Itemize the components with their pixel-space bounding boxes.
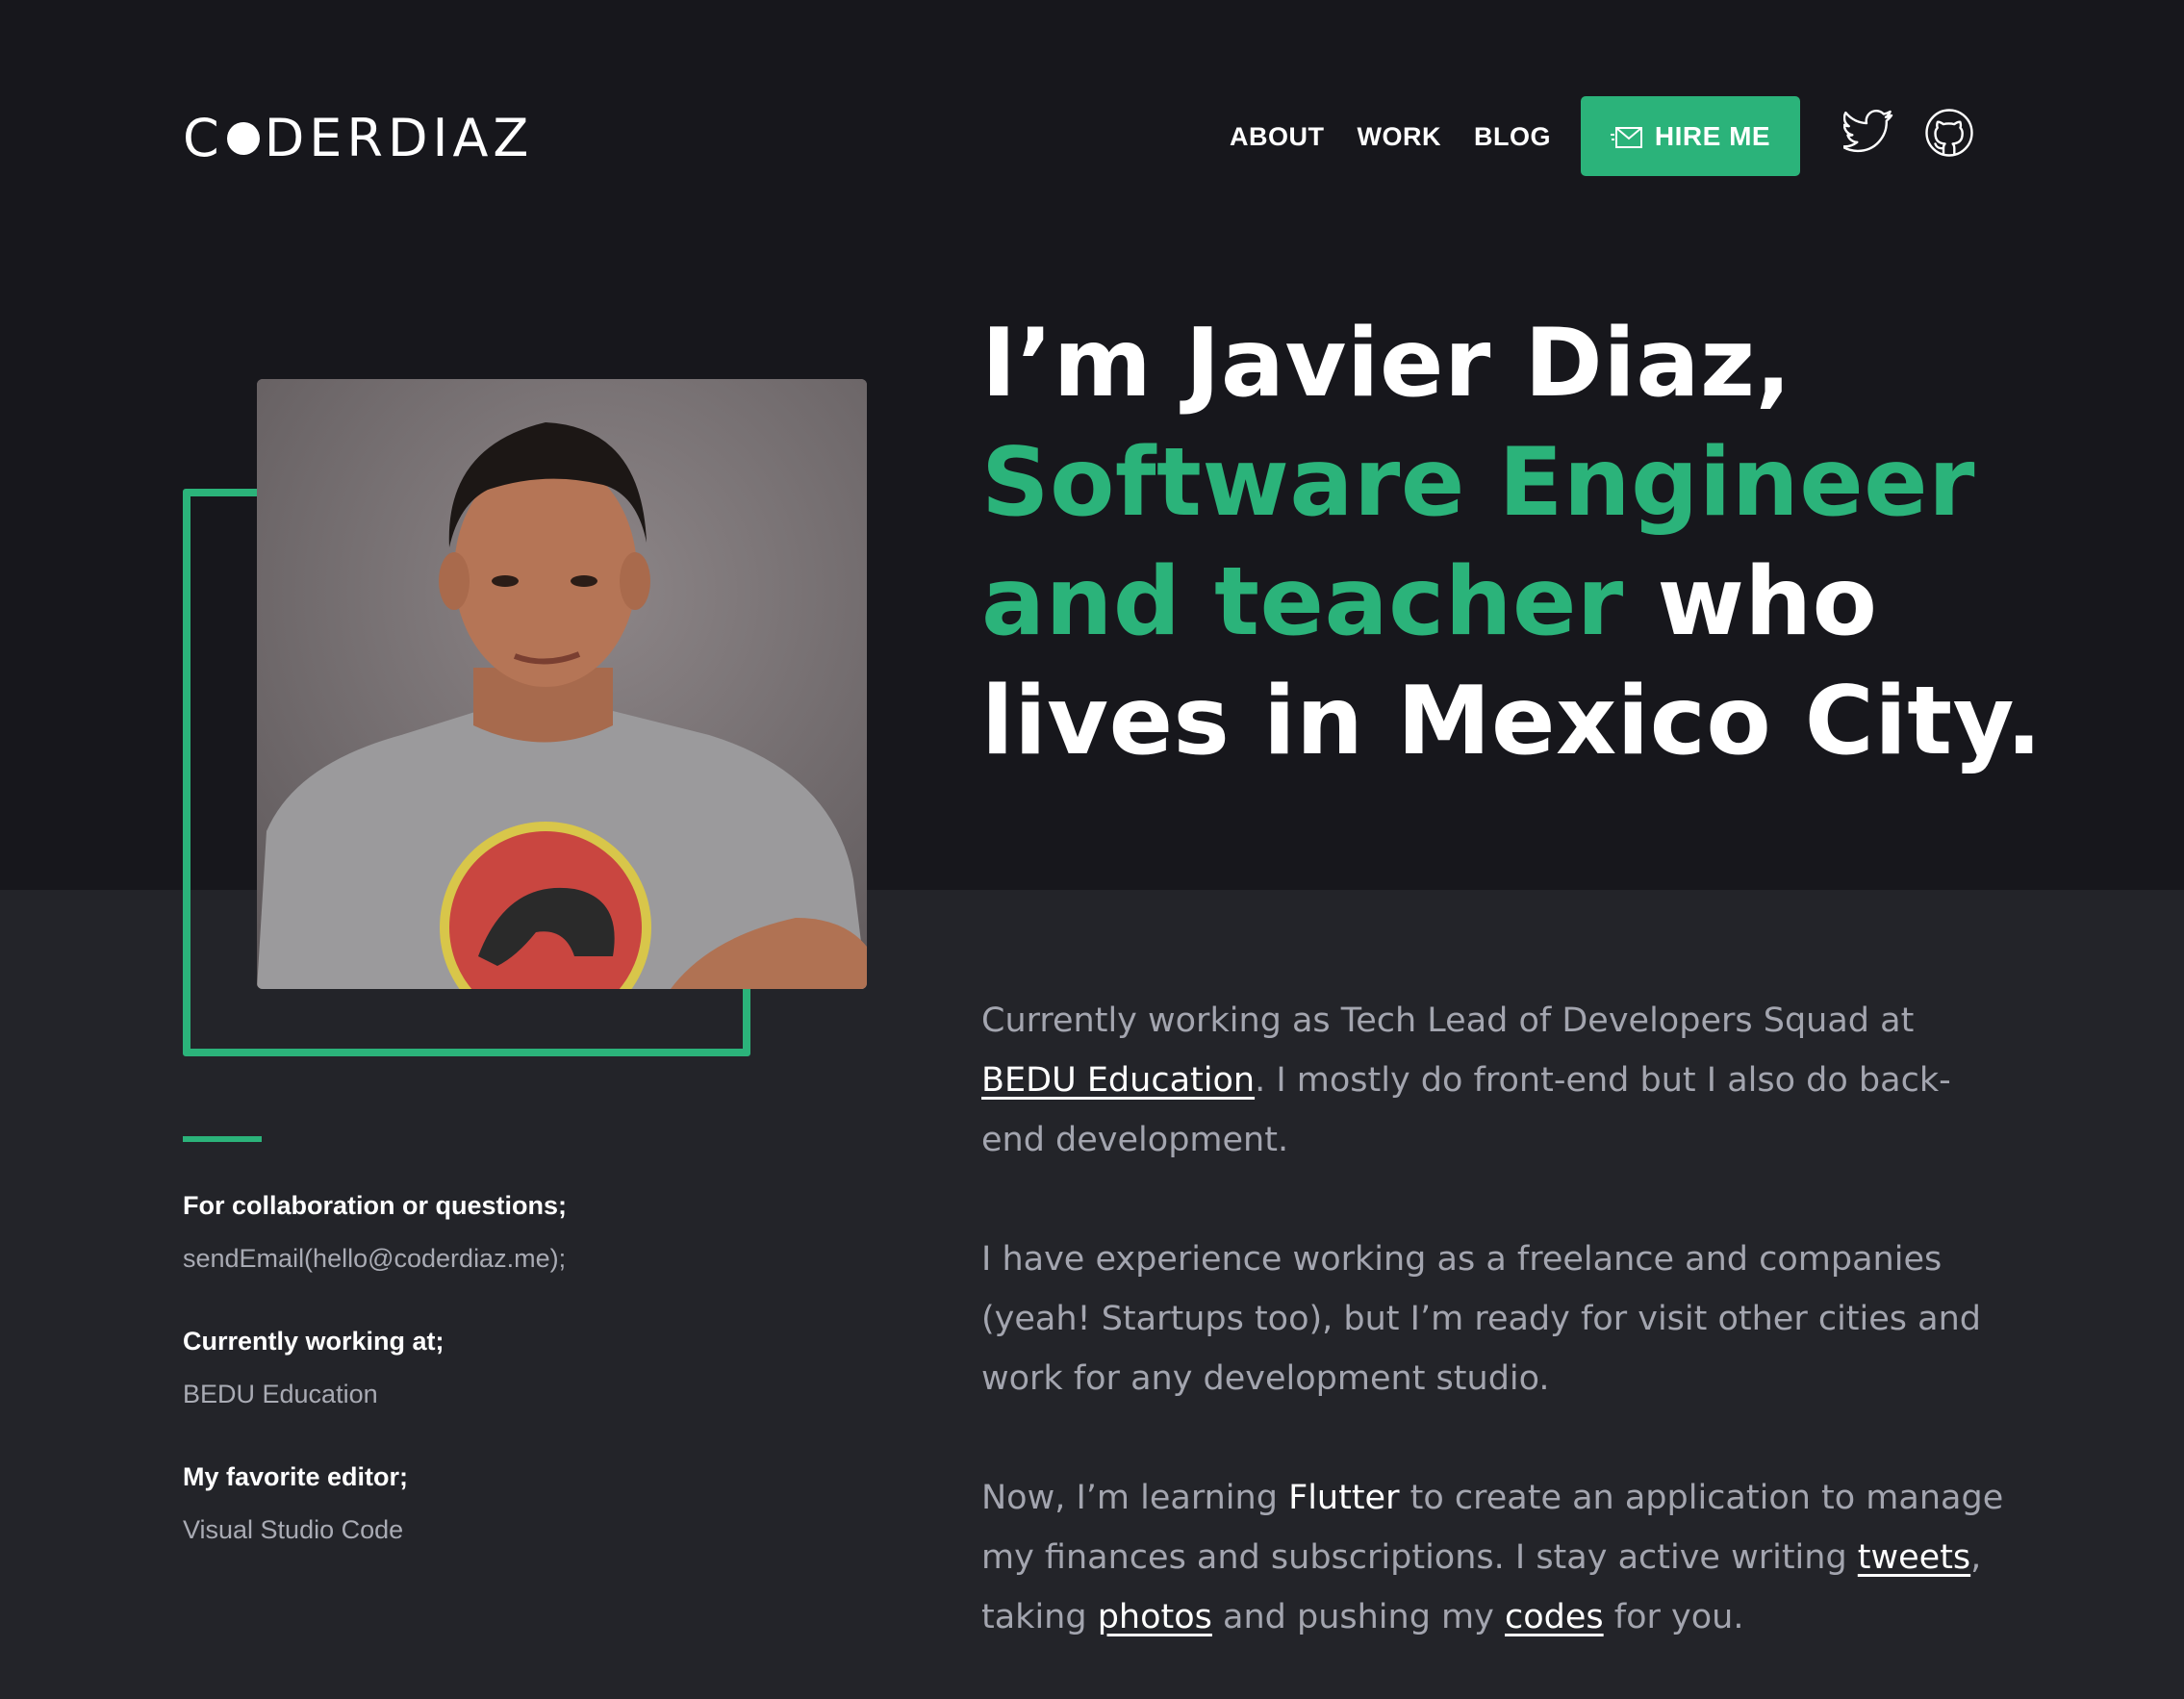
hero-line-2: Software Engineer [981,428,1975,538]
work-label: Currently working at; [183,1327,444,1356]
hero-heading: I’m Javier Diaz, Software Engineer and t… [981,304,2155,781]
codes-link[interactable]: codes [1505,1598,1604,1636]
twitter-icon[interactable] [1841,108,1895,156]
collab-label: For collaboration or questions; [183,1191,568,1220]
photos-link[interactable]: photos [1098,1598,1212,1636]
flutter-highlight: Flutter [1288,1479,1400,1517]
editor-value: Visual Studio Code [183,1515,404,1544]
nav-blog-link[interactable]: BLOG [1474,122,1551,152]
hero-line-3: and teacher who [981,543,2155,662]
work-value: BEDU Education [183,1380,378,1408]
bio-section: Currently working as Tech Lead of Develo… [981,991,2011,1699]
bio-paragraph-1: Currently working as Tech Lead of Develo… [981,991,2011,1170]
info-collaboration: For collaboration or questions; sendEmai… [183,1191,567,1274]
hero-line-3-green: and teacher [981,547,1624,657]
profile-photo [257,379,867,989]
editor-label: My favorite editor; [183,1462,409,1491]
bio-p3-text-e: for you. [1603,1598,1744,1636]
bio-p3-text-a: Now, I’m learning [981,1479,1289,1517]
bio-paragraph-3: Now, I’m learning Flutter to create an a… [981,1468,2011,1647]
nav-work-link[interactable]: WORK [1358,122,1441,152]
mail-icon [1610,125,1643,148]
main-nav: ABOUT WORK BLOG [1230,115,1584,158]
bio-p1-text-a: Currently working as Tech Lead of Develo… [981,1002,1915,1040]
bio-paragraph-2: I have experience working as a freelance… [981,1240,1981,1398]
info-editor: My favorite editor; Visual Studio Code [183,1462,408,1545]
site-logo[interactable]: C DERDIAZ [183,112,533,165]
logo-text-prefix: C [183,108,224,168]
bedu-education-link[interactable]: BEDU Education [981,1061,1255,1100]
github-icon[interactable] [1924,108,1974,158]
hero-line-1: I’m Javier Diaz, [981,309,1792,418]
bio-p3-text-d: and pushing my [1211,1598,1505,1636]
logo-dot [226,122,260,155]
hire-me-button[interactable]: HIRE ME [1581,96,1800,176]
info-working-at: Currently working at; BEDU Education [183,1327,444,1409]
info-accent-line [183,1136,262,1142]
hero-line-4: lives in Mexico City. [981,667,2043,776]
logo-text-suffix: DERDIAZ [264,108,534,168]
collab-email[interactable]: sendEmail(hello@coderdiaz.me); [183,1244,567,1274]
hire-me-label: HIRE ME [1654,120,1771,151]
tweets-link[interactable]: tweets [1858,1538,1970,1577]
nav-about-link[interactable]: ABOUT [1230,122,1325,152]
hero-line-3-white: who [1623,547,1878,657]
